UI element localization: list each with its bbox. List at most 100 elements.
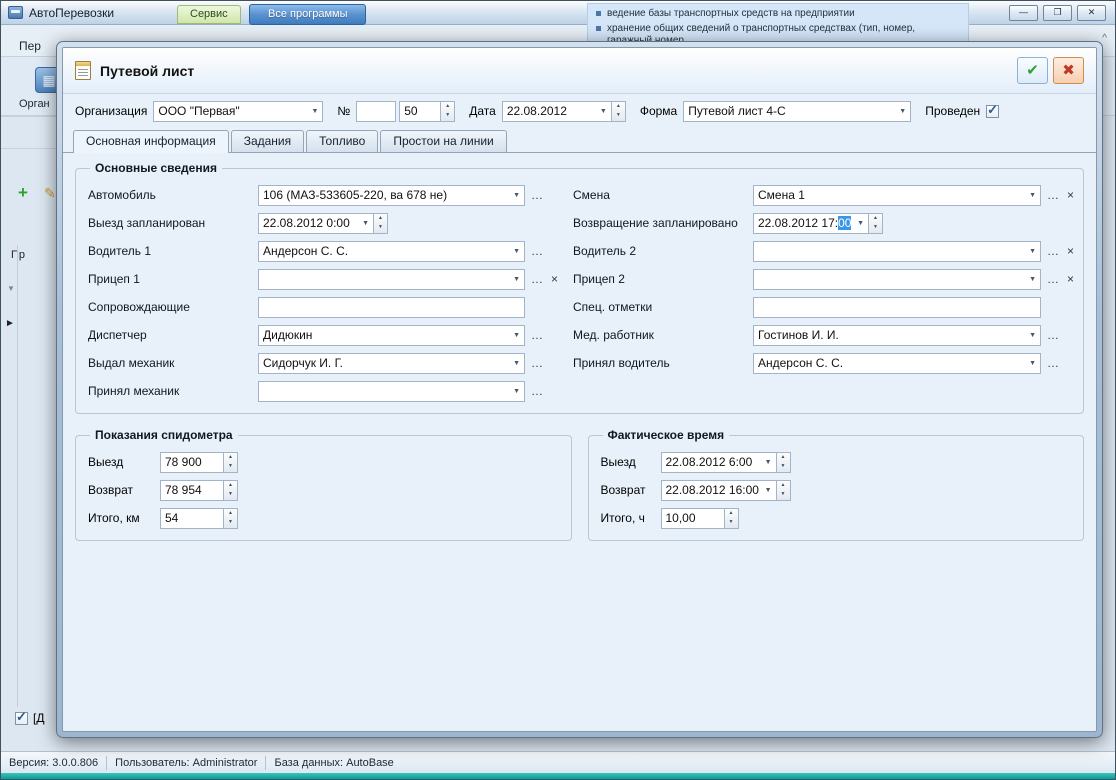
number-input[interactable]: 50 bbox=[399, 100, 442, 122]
spin-buttons[interactable]: ▲ ▼ bbox=[776, 451, 791, 473]
spin-buttons[interactable]: ▲ ▼ bbox=[869, 212, 883, 234]
issued-mechanic-combo[interactable]: Сидорчук И. Г. ▼ bbox=[258, 352, 525, 374]
driver-2-combo[interactable]: ▼ bbox=[753, 240, 1041, 262]
spin-buttons[interactable]: ▲ ▼ bbox=[224, 479, 238, 501]
dropdown-arrow-icon[interactable]: ▼ bbox=[760, 487, 772, 494]
tab-tasks[interactable]: Задания bbox=[230, 130, 305, 152]
departure-planned-picker[interactable]: 22.08.2012 0:00 ▼ bbox=[258, 212, 374, 234]
actual-return-picker[interactable]: 22.08.2012 16:00 ▼ bbox=[660, 479, 777, 501]
dispatcher-combo[interactable]: Дидюкин ▼ bbox=[258, 324, 525, 346]
dropdown-arrow-icon[interactable]: ▼ bbox=[508, 192, 520, 199]
dropdown-arrow-icon[interactable]: ▼ bbox=[306, 108, 318, 115]
dropdown-arrow-icon[interactable]: ▼ bbox=[508, 248, 520, 255]
ellipsis-button[interactable]: … bbox=[529, 384, 545, 398]
add-icon[interactable]: + bbox=[18, 183, 28, 203]
dropdown-arrow-icon[interactable]: ▼ bbox=[508, 388, 520, 395]
med-worker-combo[interactable]: Гостинов И. И. ▼ bbox=[753, 324, 1041, 346]
accepted-mechanic-combo[interactable]: ▼ bbox=[258, 380, 525, 402]
clear-button[interactable]: × bbox=[1065, 244, 1076, 258]
clear-button[interactable]: × bbox=[549, 272, 560, 286]
date-spin-buttons[interactable]: ▲ ▼ bbox=[611, 100, 626, 122]
accepted-driver-combo[interactable]: Андерсон С. С. ▼ bbox=[753, 352, 1041, 374]
ellipsis-button[interactable]: … bbox=[529, 356, 545, 370]
status-version: Версия: 3.0.0.806 bbox=[9, 756, 99, 769]
dropdown-arrow-icon[interactable]: ▼ bbox=[508, 360, 520, 367]
maximize-button[interactable]: ❐ bbox=[1043, 5, 1072, 21]
tab-fuel[interactable]: Топливо bbox=[306, 130, 379, 152]
menu-item-fragment[interactable]: Пер bbox=[19, 39, 41, 53]
trailer-2-combo[interactable]: ▼ bbox=[753, 268, 1041, 290]
tab-main-info[interactable]: Основная информация bbox=[73, 130, 229, 153]
actual-departure-picker[interactable]: 22.08.2012 6:00 ▼ bbox=[660, 451, 777, 473]
ellipsis-button[interactable]: … bbox=[1045, 328, 1061, 342]
dropdown-arrow-icon[interactable]: ▼ bbox=[1024, 192, 1036, 199]
cancel-button[interactable]: ✖ bbox=[1053, 57, 1084, 84]
dropdown-arrow-icon[interactable]: ▼ bbox=[508, 332, 520, 339]
ellipsis-button[interactable]: … bbox=[529, 272, 545, 286]
minimize-button[interactable]: — bbox=[1009, 5, 1038, 21]
odometer-total-input[interactable]: 54 bbox=[160, 507, 224, 529]
edit-icon[interactable]: ✎ bbox=[44, 185, 56, 202]
spin-buttons[interactable]: ▲ ▼ bbox=[374, 212, 388, 234]
driver-1-combo[interactable]: Андерсон С. С. ▼ bbox=[258, 240, 525, 262]
posted-checkbox[interactable]: ✓ bbox=[986, 101, 1000, 118]
vehicle-combo[interactable]: 106 (МАЗ-533605-220, ва 678 не) ▼ bbox=[258, 184, 525, 206]
ellipsis-button[interactable]: … bbox=[1045, 272, 1061, 286]
ribbon-tab-all-programs[interactable]: Все программы bbox=[249, 4, 367, 25]
odometer-group: Показания спидометра Выезд 78 900 ▲ ▼ Во… bbox=[75, 428, 572, 541]
spin-buttons[interactable]: ▲ ▼ bbox=[776, 479, 791, 501]
return-planned-picker[interactable]: 22.08.2012 17:00 ▼ bbox=[753, 212, 869, 234]
bottom-accent-strip bbox=[1, 773, 1115, 779]
special-marks-input[interactable] bbox=[753, 296, 1041, 318]
dropdown-arrow-icon[interactable]: ▼ bbox=[1024, 276, 1036, 283]
dropdown-arrow-icon[interactable]: ▼ bbox=[508, 276, 520, 283]
ok-button[interactable]: ✔ bbox=[1017, 57, 1048, 84]
ellipsis-button[interactable]: … bbox=[1045, 188, 1061, 202]
spin-buttons[interactable]: ▲ ▼ bbox=[224, 451, 238, 473]
dropdown-arrow-icon[interactable]: ▼ bbox=[894, 108, 906, 115]
trailer-1-combo[interactable]: ▼ bbox=[258, 268, 525, 290]
status-user: Пользователь: Administrator bbox=[115, 756, 258, 769]
odometer-departure-input[interactable]: 78 900 bbox=[160, 451, 224, 473]
dropdown-arrow-icon[interactable]: ▼ bbox=[595, 108, 607, 115]
odometer-return-input[interactable]: 78 954 bbox=[160, 479, 224, 501]
dropdown-arrow-icon[interactable]: ▼ bbox=[1024, 360, 1036, 367]
ellipsis-button[interactable]: … bbox=[1045, 356, 1061, 370]
clear-button[interactable]: × bbox=[1065, 188, 1076, 202]
ok-check-icon: ✔ bbox=[1026, 62, 1039, 79]
ellipsis-button[interactable]: … bbox=[529, 188, 545, 202]
dropdown-arrow-icon[interactable]: ▼ bbox=[1024, 248, 1036, 255]
filter-icon[interactable]: ▼ bbox=[7, 284, 15, 293]
ellipsis-button[interactable]: … bbox=[529, 328, 545, 342]
dialog-titlebar[interactable]: Путевой лист ✔ ✖ bbox=[63, 48, 1096, 94]
ribbon-tab-service[interactable]: Сервис bbox=[177, 5, 241, 24]
total-hours-input[interactable]: 10,00 bbox=[660, 507, 725, 529]
organization-combo[interactable]: ООО "Первая" ▼ bbox=[153, 100, 324, 122]
number-series-input[interactable] bbox=[356, 100, 397, 122]
dropdown-arrow-icon[interactable]: ▼ bbox=[357, 220, 369, 227]
spin-down-icon: ▼ bbox=[445, 112, 451, 118]
close-icon: ✕ bbox=[1087, 7, 1096, 17]
bottom-checkbox[interactable]: ✓ bbox=[15, 709, 28, 725]
ellipsis-button[interactable]: … bbox=[529, 244, 545, 258]
shift-combo[interactable]: Смена 1 ▼ bbox=[753, 184, 1041, 206]
form-combo[interactable]: Путевой лист 4-С ▼ bbox=[683, 100, 912, 122]
dropdown-arrow-icon[interactable]: ▼ bbox=[852, 220, 864, 227]
date-picker[interactable]: 22.08.2012 ▼ bbox=[501, 100, 612, 122]
spin-buttons[interactable]: ▲ ▼ bbox=[724, 507, 739, 529]
escorts-input[interactable] bbox=[258, 296, 525, 318]
close-button[interactable]: ✕ bbox=[1077, 5, 1106, 21]
field-odometer-return: Возврат 78 954 ▲ ▼ bbox=[88, 476, 559, 504]
spin-buttons[interactable]: ▲ ▼ bbox=[224, 507, 238, 529]
field-return-planned: Возвращение запланировано 22.08.2012 17:… bbox=[573, 209, 1071, 237]
ellipsis-button[interactable]: … bbox=[1045, 244, 1061, 258]
collapse-ribbon-icon[interactable]: ^ bbox=[1102, 33, 1107, 44]
field-odometer-departure: Выезд 78 900 ▲ ▼ bbox=[88, 448, 559, 476]
spin-up-icon: ▲ bbox=[445, 102, 451, 109]
dropdown-arrow-icon[interactable]: ▼ bbox=[760, 459, 772, 466]
check-icon: ✓ bbox=[987, 101, 999, 117]
tab-downtime[interactable]: Простои на линии bbox=[380, 130, 507, 152]
dropdown-arrow-icon[interactable]: ▼ bbox=[1024, 332, 1036, 339]
clear-button[interactable]: × bbox=[1065, 272, 1076, 286]
number-spin-buttons[interactable]: ▲ ▼ bbox=[441, 100, 456, 122]
